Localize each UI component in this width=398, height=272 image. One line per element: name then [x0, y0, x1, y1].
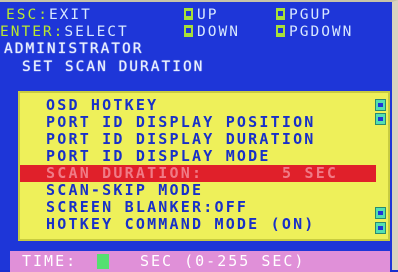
- menu-item-osd-hotkey[interactable]: OSD HOTKEY: [20, 97, 360, 114]
- pgdown-key-icon: [276, 25, 285, 37]
- pgup-action-label: PGUP: [289, 7, 332, 23]
- menu-scrollbar[interactable]: [375, 99, 386, 235]
- esc-key-label: ESC: [6, 7, 39, 23]
- time-range-hint: SEC (0-255 SEC): [140, 252, 306, 270]
- scroll-down-icon[interactable]: [375, 222, 386, 234]
- pgup-key-icon: [276, 8, 285, 20]
- hint-up: UP: [184, 7, 218, 23]
- menu-item-label: SCAN DURATION:: [46, 164, 204, 182]
- hint-enter: ENTER:SELECT: [0, 24, 129, 40]
- osd-screen: ESC:EXIT UP PGUP ENTER:SELECT DOWN PGDOW…: [0, 0, 398, 272]
- page-down-icon[interactable]: [375, 207, 386, 219]
- menu-item-port-id-display-mode[interactable]: PORT ID DISPLAY MODE: [20, 148, 360, 165]
- down-action-label: DOWN: [197, 24, 240, 40]
- enter-key-label: ENTER: [0, 24, 54, 40]
- menu-item-port-id-display-position[interactable]: PORT ID DISPLAY POSITION: [20, 114, 360, 131]
- down-arrow-key-icon: [184, 25, 193, 37]
- menu-item-label: PORT ID DISPLAY DURATION: [46, 130, 316, 148]
- menu-item-port-id-display-duration[interactable]: PORT ID DISPLAY DURATION: [20, 131, 360, 148]
- menu-item-label: HOTKEY COMMAND MODE (ON): [46, 215, 316, 233]
- time-input-bar: TIME: SEC (0-255 SEC): [10, 251, 390, 272]
- menu-item-label: OSD HOTKEY: [46, 96, 159, 114]
- user-role-label: ADMINISTRATOR: [4, 41, 144, 57]
- scan-duration-value: 5 SEC: [282, 164, 339, 182]
- up-action-label: UP: [197, 7, 219, 23]
- time-input[interactable]: [97, 254, 109, 269]
- time-label: TIME:: [22, 252, 78, 270]
- hint-esc: ESC:EXIT: [6, 7, 92, 23]
- page-up-icon[interactable]: [375, 113, 386, 125]
- menu-item-label: PORT ID DISPLAY POSITION: [46, 113, 316, 131]
- menu-item-label: PORT ID DISPLAY MODE: [46, 147, 271, 165]
- menu-item-label: SCAN-SKIP MODE: [46, 181, 204, 199]
- hint-down: DOWN: [184, 24, 240, 40]
- up-arrow-key-icon: [184, 8, 193, 20]
- pgdown-action-label: PGDOWN: [289, 24, 354, 40]
- menu-panel: OSD HOTKEY PORT ID DISPLAY POSITION PORT…: [18, 91, 390, 241]
- hint-pgup: PGUP: [276, 7, 332, 23]
- enter-action-label: SELECT: [64, 24, 129, 40]
- menu-item-label: SCREEN BLANKER:OFF: [46, 198, 249, 216]
- menu-item-scan-skip-mode[interactable]: SCAN-SKIP MODE: [20, 182, 360, 199]
- menu-item-hotkey-command-mode[interactable]: HOTKEY COMMAND MODE (ON): [20, 216, 360, 233]
- menu-item-scan-duration[interactable]: SCAN DURATION: 5 SEC: [20, 165, 376, 182]
- page-title: SET SCAN DURATION: [22, 59, 205, 75]
- esc-action-label: EXIT: [48, 7, 92, 23]
- hint-pgdown: PGDOWN: [276, 24, 353, 40]
- scroll-up-icon[interactable]: [375, 99, 386, 111]
- menu-item-screen-blanker[interactable]: SCREEN BLANKER:OFF: [20, 199, 360, 216]
